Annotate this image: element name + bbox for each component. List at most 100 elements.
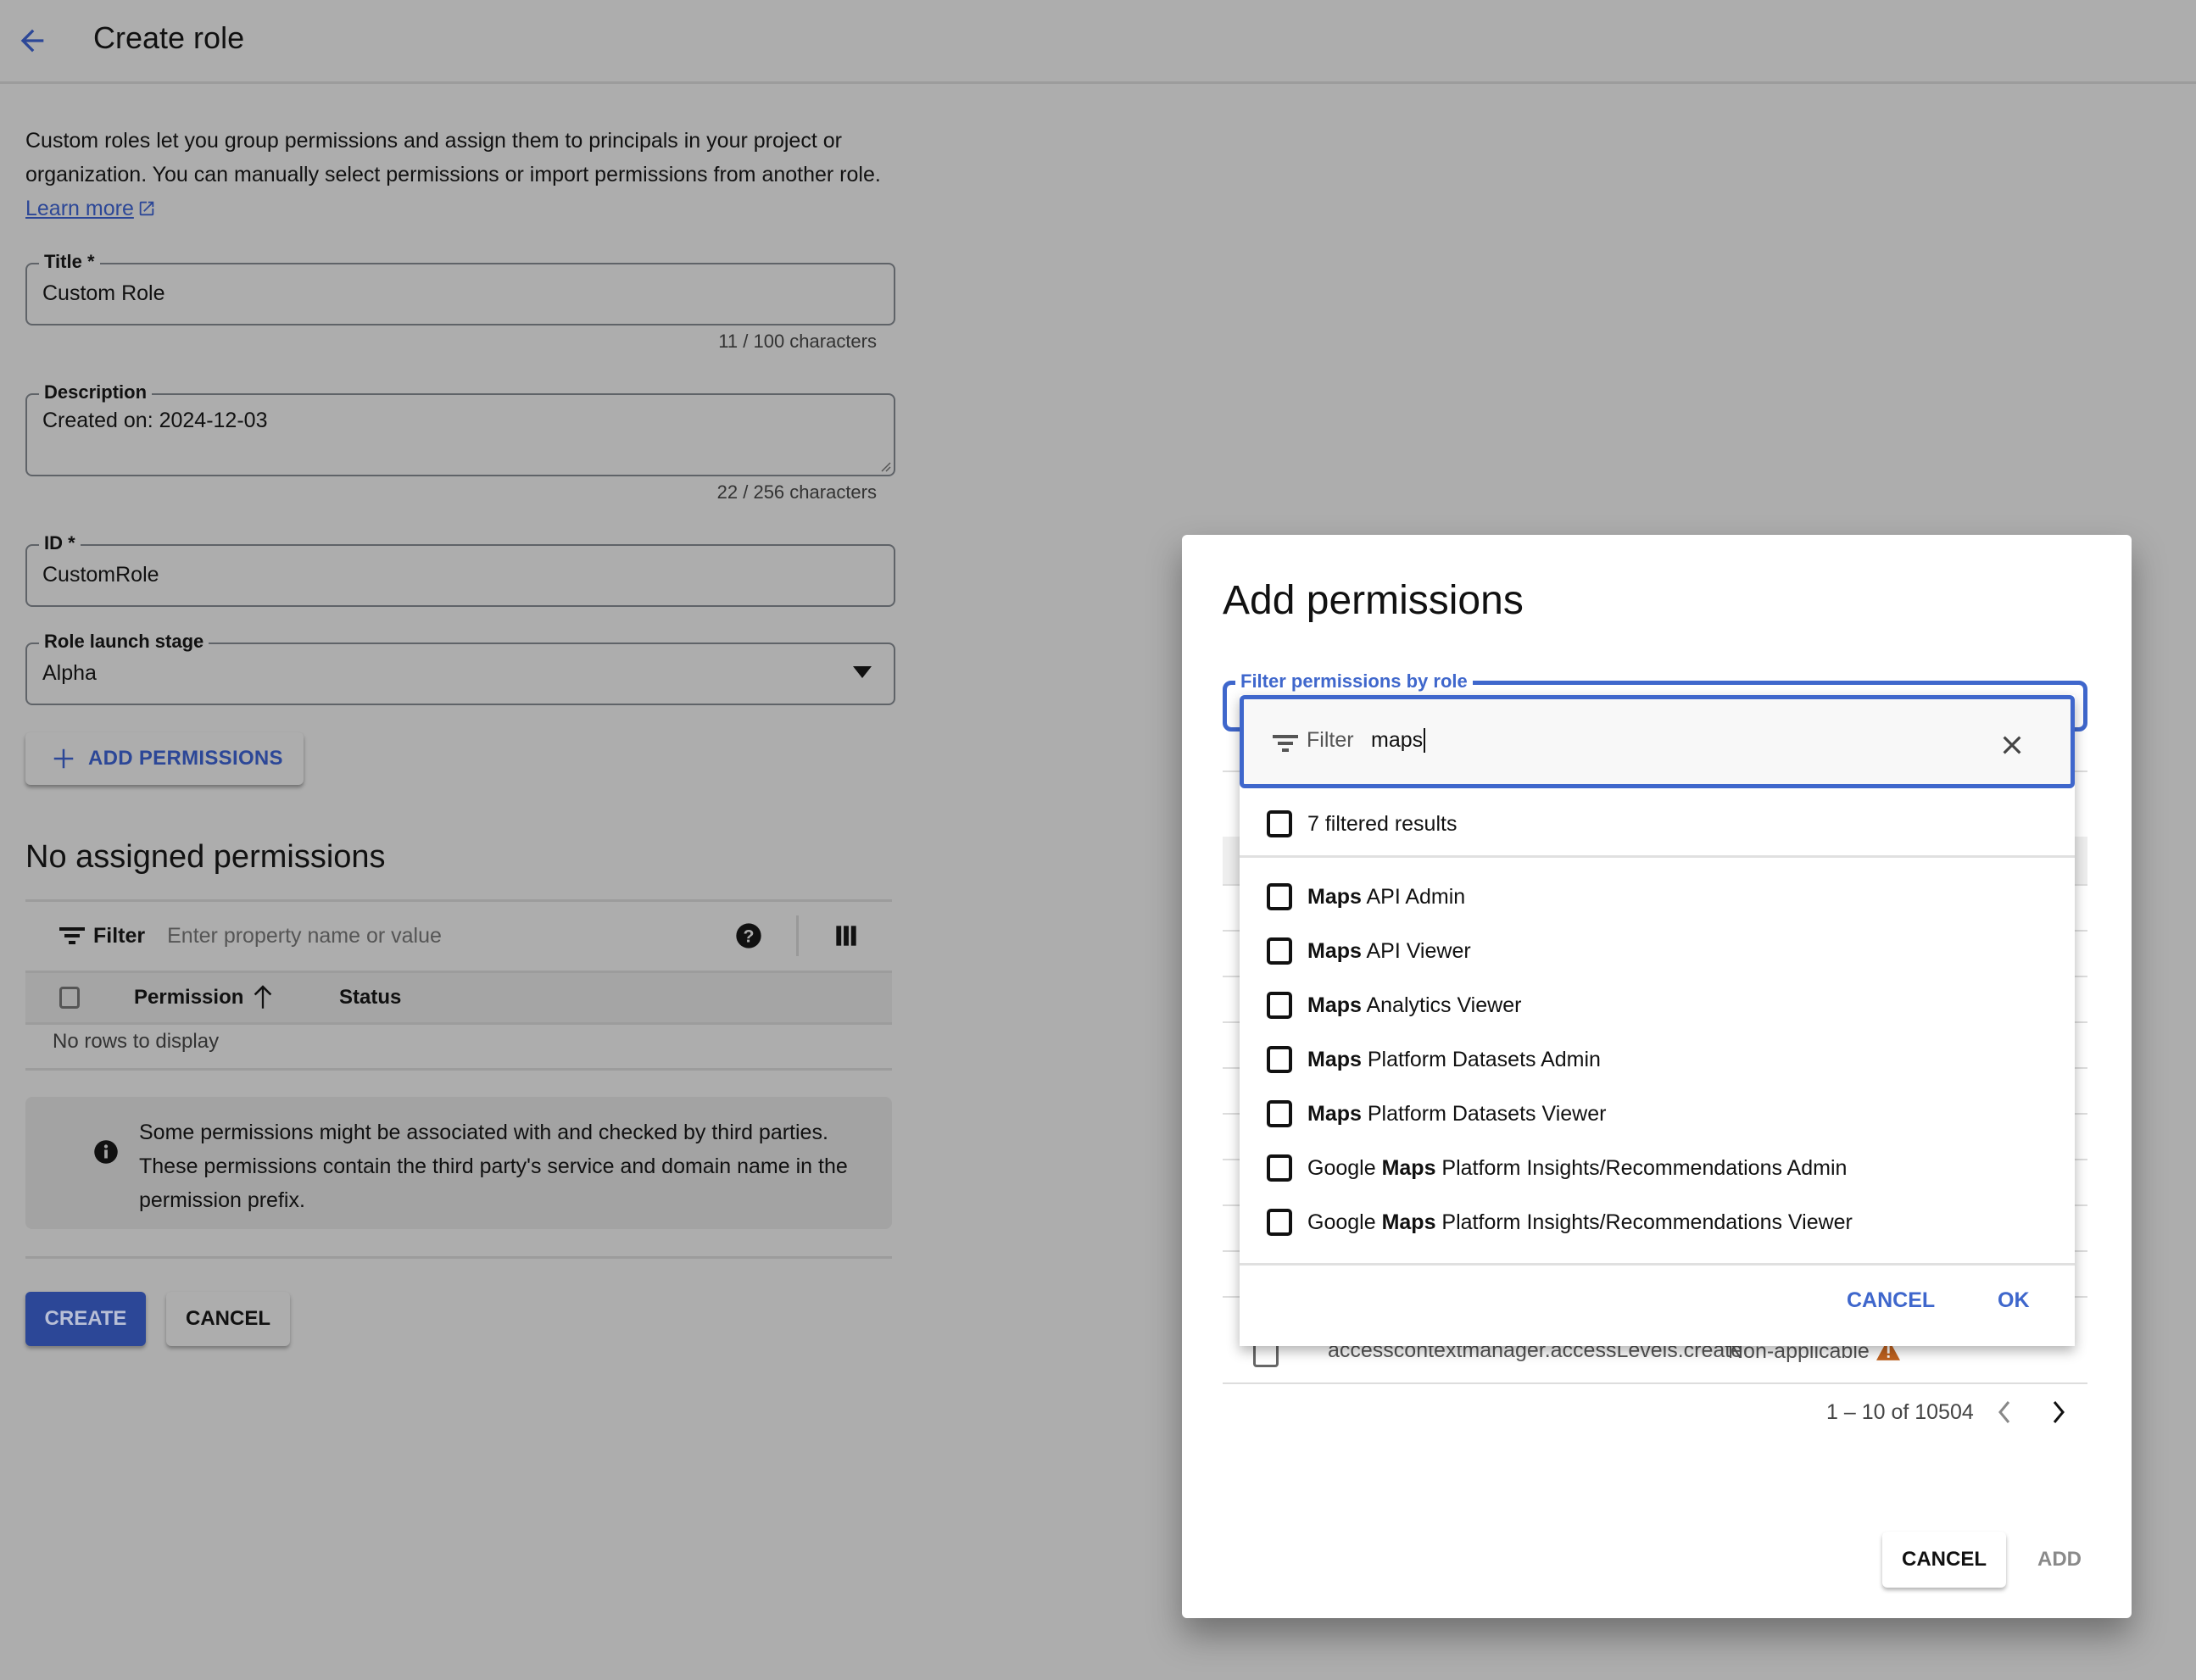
role-option-text: Platform Insights/Recommendations Viewer [1435,1210,1853,1234]
divider [25,1256,892,1259]
launch-stage-label: Role launch stage [39,631,209,653]
filter-label: Filter [93,923,146,948]
id-input[interactable]: CustomRole [42,563,159,587]
svg-text:?: ? [743,926,754,946]
divider [25,1068,892,1071]
plus-icon [53,748,74,769]
filter-by-role-label: Filter permissions by role [1235,670,1473,693]
chevron-left-icon[interactable] [1994,1399,2015,1425]
select-all-label: 7 filtered results [1307,811,1457,836]
dropdown-divider [1240,1263,2075,1266]
dialog-add-button[interactable]: ADD [2030,1532,2089,1588]
role-option[interactable]: Maps Analytics Viewer [1240,978,2075,1032]
clear-icon[interactable] [1998,732,2026,759]
dropdown-arrow-icon [853,666,872,678]
role-filter-dropdown: Filter maps 7 filtered results Maps API … [1240,695,2075,1346]
title-input[interactable]: Custom Role [42,281,165,306]
info-icon [94,1140,118,1164]
role-option[interactable]: Google Maps Platform Insights/Recommenda… [1240,1141,2075,1195]
filter-input[interactable]: Enter property name or value [167,924,735,948]
assigned-permissions-title: No assigned permissions [25,839,386,875]
select-all-filtered-option[interactable]: 7 filtered results [1240,797,2075,851]
permissions-table-header: Permission Status [25,971,892,1025]
help-icon[interactable]: ? [735,922,762,949]
page-title: Create role [93,20,245,55]
page-header: Create role [0,0,2196,84]
description-field[interactable]: Description Created on: 2024-12-03 [25,381,895,476]
role-option-checkbox[interactable] [1267,1100,1292,1127]
role-option-label: Maps API Viewer [1307,939,1471,964]
sort-ascending-icon[interactable] [251,983,275,1010]
role-option-label: Maps API Admin [1307,885,1465,910]
role-option-checkbox[interactable] [1267,1154,1292,1182]
role-option-match: Maps [1307,1047,1362,1071]
title-field[interactable]: Title * Custom Role [25,251,895,325]
role-option-match: Maps [1307,1101,1362,1126]
role-option-label: Maps Analytics Viewer [1307,993,1521,1018]
role-option-checkbox[interactable] [1267,883,1292,910]
intro-text: Custom roles let you group permissions a… [25,124,899,225]
role-option-label: Google Maps Platform Insights/Recommenda… [1307,1156,1847,1181]
role-option-text: Google [1307,1155,1382,1180]
add-permissions-label: ADD PERMISSIONS [88,747,283,770]
role-search-input[interactable]: maps [1371,728,1426,753]
role-option[interactable]: Maps API Viewer [1240,924,2075,978]
learn-more-label: Learn more [25,197,134,220]
role-option-checkbox[interactable] [1267,1046,1292,1073]
column-header-status[interactable]: Status [339,986,401,1010]
column-display-icon[interactable] [834,924,858,948]
empty-table-message: No rows to display [53,1030,220,1053]
chevron-right-icon[interactable] [2048,1399,2069,1425]
id-field-label: ID * [39,532,81,554]
info-text: Some permissions might be associated wit… [139,1121,848,1212]
role-option-text: Analytics Viewer [1361,993,1522,1017]
description-input[interactable]: Created on: 2024-12-03 [42,409,267,433]
pagination-range: 1 – 10 of 10504 [1826,1399,1974,1424]
role-option[interactable]: Google Maps Platform Insights/Recommenda… [1240,1195,2075,1249]
id-field[interactable]: ID * CustomRole [25,532,895,607]
role-option[interactable]: Maps Platform Datasets Admin [1240,1032,2075,1087]
column-header-permission[interactable]: Permission [134,986,243,1010]
launch-stage-value: Alpha [42,661,97,685]
external-link-icon [139,201,154,216]
dialog-title: Add permissions [1223,578,1524,623]
role-option-checkbox[interactable] [1267,937,1292,965]
role-option[interactable]: Maps API Admin [1240,870,2075,924]
role-option-match: Maps [1307,884,1362,909]
filter-icon [1273,735,1298,752]
title-field-label: Title * [39,251,100,273]
title-char-counter: 11 / 100 characters [718,331,877,352]
third-party-info-box: Some permissions might be associated wit… [25,1097,892,1229]
role-option-checkbox[interactable] [1267,992,1292,1019]
dropdown-divider [1240,855,2075,858]
permissions-filter-bar: Filter Enter property name or value ? [25,902,892,970]
role-option-match: Maps [1307,993,1362,1017]
create-button[interactable]: CREATE [25,1292,146,1346]
description-char-counter: 22 / 256 characters [716,481,877,503]
resize-handle-icon[interactable] [878,459,892,473]
toolbar-divider [796,915,799,956]
filter-icon [59,927,85,944]
role-option-text: Platform Datasets Viewer [1361,1101,1607,1126]
dialog-cancel-button[interactable]: CANCEL [1882,1532,2006,1588]
role-option-label: Maps Platform Datasets Admin [1307,1048,1601,1072]
role-search-box[interactable]: Filter maps [1240,695,2075,788]
add-permissions-button[interactable]: ADD PERMISSIONS [25,732,304,785]
role-option-checkbox[interactable] [1267,1209,1292,1236]
role-option-text: Google [1307,1210,1382,1234]
role-option[interactable]: Maps Platform Datasets Viewer [1240,1087,2075,1141]
dropdown-cancel-button[interactable]: CANCEL [1847,1288,1935,1313]
select-all-checkbox[interactable] [1267,810,1292,837]
role-option-label: Google Maps Platform Insights/Recommenda… [1307,1210,1853,1235]
dropdown-ok-button[interactable]: OK [1998,1288,2030,1313]
back-arrow-icon[interactable] [15,24,49,58]
table-row-divider [1223,1382,2087,1384]
launch-stage-select[interactable]: Role launch stage Alpha [25,631,895,705]
cancel-button[interactable]: CANCEL [166,1292,290,1346]
role-option-match: Maps [1307,938,1362,963]
select-all-checkbox[interactable] [59,987,80,1009]
learn-more-link[interactable]: Learn more [25,197,134,220]
role-option-match: Maps [1381,1155,1436,1180]
intro-description: Custom roles let you group permissions a… [25,129,881,186]
description-field-label: Description [39,381,153,403]
